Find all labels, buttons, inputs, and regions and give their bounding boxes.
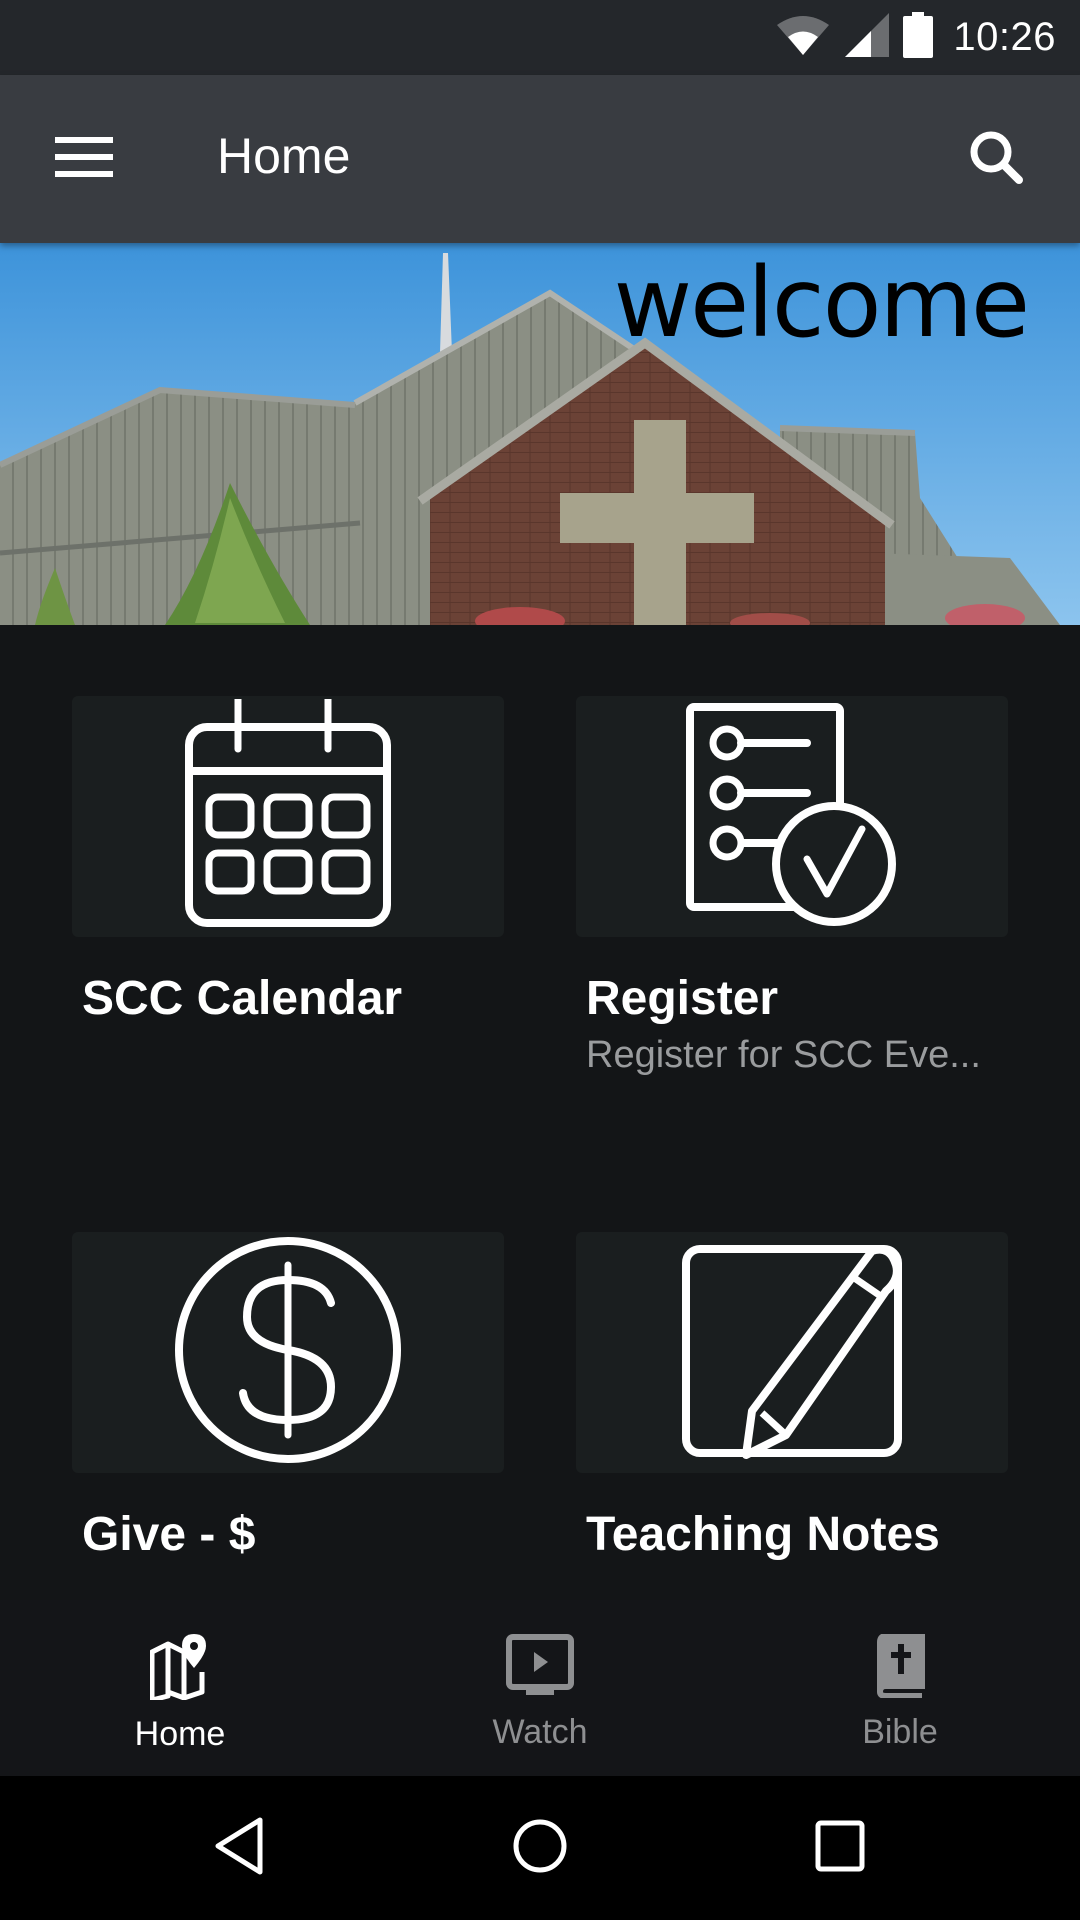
tile-card	[576, 696, 1008, 937]
calendar-icon	[183, 695, 393, 934]
map-pin-icon	[149, 1634, 210, 1705]
nav-label: Home	[134, 1715, 226, 1753]
bottom-nav: Home Watch Bible	[0, 1600, 1080, 1776]
home-circle-icon	[512, 1818, 568, 1879]
nav-item-home[interactable]: Home	[0, 1600, 360, 1776]
back-button[interactable]	[200, 1808, 280, 1888]
app-bar: Home	[0, 75, 1080, 243]
tile-subtitle: Register for SCC Eve...	[586, 1034, 981, 1076]
wifi-icon	[775, 15, 831, 60]
search-button[interactable]	[952, 119, 1040, 199]
hamburger-menu-icon	[55, 136, 113, 182]
tile-label: SCC Calendar	[82, 972, 403, 1025]
tile-label: Register	[586, 972, 779, 1025]
tile-label: Give - $	[82, 1508, 256, 1561]
recents-icon	[815, 1820, 865, 1877]
welcome-banner[interactable]: welcome	[0, 243, 1080, 625]
menu-button[interactable]	[40, 119, 128, 199]
tv-play-icon	[506, 1634, 574, 1703]
nav-item-bible[interactable]: Bible	[720, 1600, 1080, 1776]
cell-signal-icon	[845, 13, 890, 62]
tile-teaching-notes[interactable]: Teaching Notes	[576, 1232, 1008, 1562]
checklist-icon	[682, 699, 902, 934]
tile-card	[72, 695, 504, 937]
bible-icon	[874, 1633, 926, 1703]
page-title: Home	[217, 128, 351, 184]
system-nav-bar	[0, 1776, 1080, 1920]
tile-scc-calendar[interactable]: SCC Calendar	[72, 695, 504, 1026]
battery-icon	[903, 12, 934, 63]
welcome-text: welcome	[613, 247, 1030, 359]
edit-note-icon	[672, 1235, 912, 1470]
status-clock: 10:26	[953, 15, 1056, 59]
dollar-circle-icon	[173, 1235, 403, 1470]
tile-label: Teaching Notes	[586, 1508, 940, 1561]
status-bar: 10:26	[0, 0, 1080, 75]
home-button[interactable]	[500, 1808, 580, 1888]
search-icon	[968, 129, 1024, 190]
tile-give[interactable]: Give - $	[72, 1232, 504, 1562]
nav-label: Watch	[492, 1713, 588, 1751]
nav-item-watch[interactable]: Watch	[360, 1600, 720, 1776]
tile-register[interactable]: Register Register for SCC Eve...	[576, 696, 1008, 1077]
back-icon	[214, 1817, 266, 1880]
tile-card	[72, 1232, 504, 1473]
nav-label: Bible	[862, 1713, 938, 1751]
recents-button[interactable]	[800, 1808, 880, 1888]
tile-card	[576, 1232, 1008, 1473]
